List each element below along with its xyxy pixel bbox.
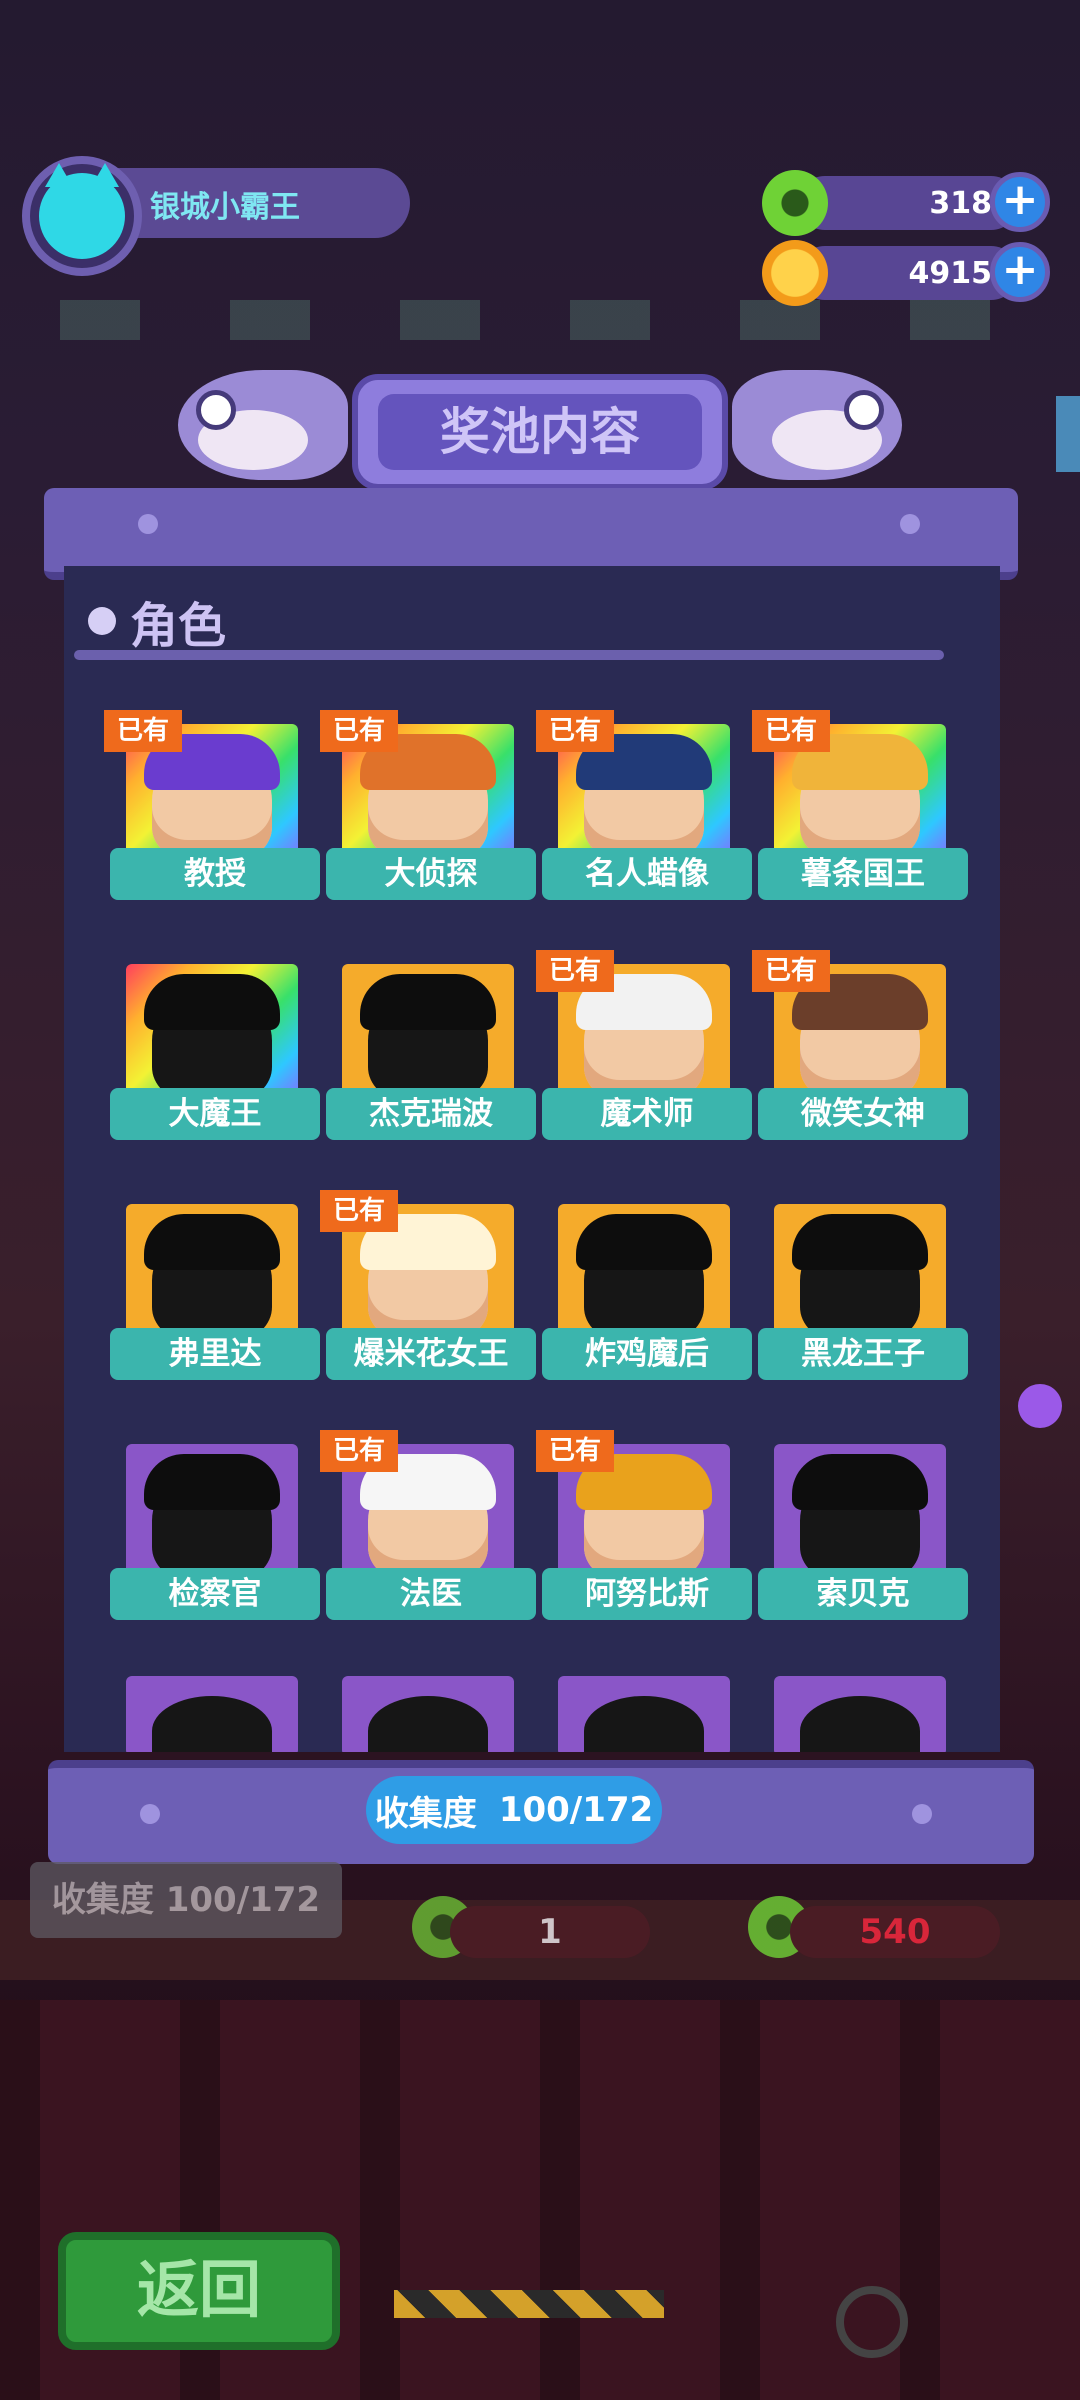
character-hair-icon [144,974,280,1030]
character-hair-icon [792,1214,928,1270]
panel-title-plate: 奖池内容 [352,374,728,490]
owned-badge: 已有 [752,710,830,752]
character-card[interactable]: 魔术师 已有 [536,950,752,1152]
gold-planet-coin-icon [762,240,828,306]
character-card[interactable]: 弗里达 [110,1192,320,1392]
character-name: 教授 [110,848,320,900]
collection-value: 100/172 [498,1790,654,1830]
character-name: 大侦探 [326,848,536,900]
prize-pool-panel[interactable]: 角色 教授 已有 大侦探 已有 名人蜡像 已有 薯条国王 已有 大魔王 杰克瑞波 魔术师 已有 微笑女神… [64,566,1000,1752]
character-name: 阿努比斯 [542,1568,752,1620]
background-collection-text: 收集度 100/172 [30,1862,342,1938]
owned-badge: 已有 [752,950,830,992]
character-card-partial[interactable] [558,1676,730,1752]
character-name: 大魔王 [110,1088,320,1140]
character-card[interactable]: 薯条国王 已有 [752,710,968,912]
section-title: 角色 [130,598,227,654]
character-card[interactable]: 黑龙王子 [758,1192,968,1392]
cat-avatar-icon [39,163,125,259]
ticket-count: 1 [450,1906,650,1958]
character-card-partial[interactable] [342,1676,514,1752]
back-button[interactable]: 返回 [58,2232,340,2350]
character-card[interactable]: 教授 已有 [104,710,320,912]
green-donut-coin-icon [762,170,828,236]
avatar[interactable] [22,156,142,276]
character-hair-icon [792,1454,928,1510]
character-card[interactable]: 法医 已有 [320,1430,536,1632]
character-hair-icon [360,974,496,1030]
character-name: 弗里达 [110,1328,320,1380]
character-card[interactable]: 微笑女神 已有 [752,950,968,1152]
character-hair-icon [576,1214,712,1270]
currency-planet: 4915 + [762,240,1052,306]
collection-label: 收集度 [374,1793,477,1834]
bullet-icon [88,607,116,635]
character-hair-icon [144,1214,280,1270]
owned-badge: 已有 [320,710,398,752]
player-profile[interactable]: 银城小霸王 [22,156,410,276]
character-name: 微笑女神 [758,1088,968,1140]
character-name: 法医 [326,1568,536,1620]
character-card[interactable]: 名人蜡像 已有 [536,710,752,912]
currency-planet-value: 4915 [908,256,993,291]
currency-donut: 318 + [762,170,1052,236]
character-card[interactable]: 炸鸡魔后 [542,1192,752,1392]
currency-donut-value: 318 [929,186,992,221]
owned-badge: 已有 [320,1190,398,1232]
character-name: 检察官 [110,1568,320,1620]
character-name: 黑龙王子 [758,1328,968,1380]
collection-progress: 收集度 100/172 [366,1776,662,1844]
character-name: 名人蜡像 [542,848,752,900]
hazard-stripe [394,2290,664,2318]
owned-badge: 已有 [536,710,614,752]
side-gem-icon [1056,396,1080,472]
owned-badge: 已有 [536,1430,614,1472]
character-name: 薯条国王 [758,848,968,900]
owned-badge: 已有 [320,1430,398,1472]
section-header: 角色 [88,586,226,656]
background-stripes [0,300,1080,340]
add-planet-button[interactable]: + [990,242,1050,302]
section-divider [74,650,944,660]
lever-knob-icon [1018,1384,1062,1428]
character-card-partial[interactable] [126,1676,298,1752]
character-name: 杰克瑞波 [326,1088,536,1140]
character-card[interactable]: 爆米花女王 已有 [320,1190,536,1392]
character-name: 索贝克 [758,1568,968,1620]
character-hair-icon [144,1454,280,1510]
knob-icon [836,2286,908,2358]
character-name: 爆米花女王 [326,1328,536,1380]
draw-price: 540 [790,1906,1000,1958]
panel-title: 奖池内容 [378,394,702,470]
character-card-partial[interactable] [774,1676,946,1752]
fish-decoration-right-icon [732,370,902,480]
add-donut-button[interactable]: + [990,172,1050,232]
character-card[interactable]: 检察官 [110,1432,320,1632]
character-name: 炸鸡魔后 [542,1328,752,1380]
fish-decoration-left-icon [178,370,348,480]
owned-badge: 已有 [104,710,182,752]
character-card[interactable]: 杰克瑞波 [326,952,536,1152]
character-card[interactable]: 大魔王 [110,952,320,1152]
character-name: 魔术师 [542,1088,752,1140]
character-card[interactable]: 大侦探 已有 [320,710,536,912]
character-card[interactable]: 索贝克 [758,1432,968,1632]
player-name: 银城小霸王 [150,190,300,225]
owned-badge: 已有 [536,950,614,992]
character-card[interactable]: 阿努比斯 已有 [536,1430,752,1632]
